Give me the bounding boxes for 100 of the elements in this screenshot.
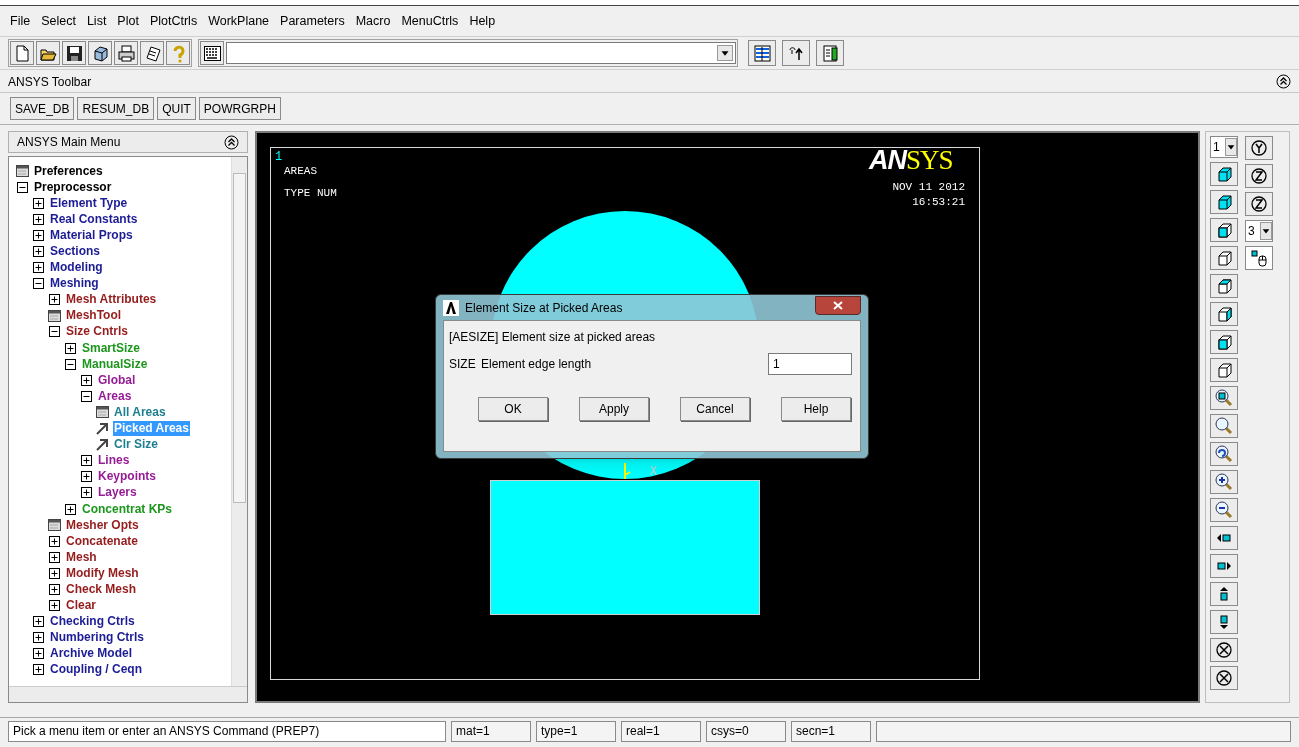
zoom-out-button[interactable]	[1210, 498, 1238, 522]
tree-item[interactable]: Element Type	[49, 195, 129, 211]
collapse-icon[interactable]	[48, 326, 60, 338]
pan-up-button[interactable]	[1210, 582, 1238, 606]
menu-item[interactable]: Select	[41, 11, 76, 31]
scroll-thumb[interactable]	[233, 173, 246, 503]
tree-item[interactable]: Numbering Ctrls	[49, 630, 145, 646]
menu-item[interactable]: Plot	[117, 11, 139, 31]
menu-item[interactable]: Help	[469, 11, 496, 31]
oblique-view-button[interactable]	[1210, 190, 1238, 214]
vertical-scrollbar[interactable]	[231, 157, 247, 686]
tree-item[interactable]: Checking Ctrls	[49, 614, 136, 630]
raise-window-button[interactable]	[782, 40, 810, 66]
collapse-icon[interactable]	[16, 181, 28, 193]
tree-item[interactable]: Concentrat KPs	[81, 501, 174, 517]
tree-item[interactable]: Coupling / Ceqn	[49, 662, 143, 678]
expand-icon[interactable]	[32, 632, 44, 644]
expand-icon[interactable]	[32, 262, 44, 274]
tree-item[interactable]: Preferences	[33, 163, 104, 179]
expand-icon[interactable]	[48, 535, 60, 547]
tree-item[interactable]: Modeling	[49, 260, 104, 276]
back-view-button[interactable]	[1210, 302, 1238, 326]
tree-item[interactable]: Global	[97, 372, 137, 388]
tree-item[interactable]: Size Cntrls	[65, 324, 129, 340]
isometric-view-button[interactable]	[1210, 162, 1238, 186]
rotate-x-button[interactable]	[1210, 638, 1238, 662]
menu-item[interactable]: Parameters	[280, 11, 345, 31]
tree-item[interactable]: Areas	[97, 388, 133, 404]
bottom-view-button[interactable]	[1210, 358, 1238, 382]
tree-item[interactable]: Preprocessor	[33, 179, 113, 195]
zoom-in-button[interactable]	[1210, 470, 1238, 494]
expand-icon[interactable]	[48, 551, 60, 563]
zoom-button[interactable]	[1210, 414, 1238, 438]
tree-item[interactable]: All Areas	[113, 404, 167, 420]
expand-icon[interactable]	[32, 616, 44, 628]
tree-item[interactable]: Sections	[49, 244, 101, 259]
horizontal-scrollbar[interactable]	[9, 686, 247, 702]
tree-item[interactable]: MeshTool	[65, 308, 123, 324]
expand-icon[interactable]	[64, 342, 76, 354]
expand-icon[interactable]	[32, 246, 44, 257]
tree-item[interactable]: Check Mesh	[65, 582, 138, 597]
tree-item[interactable]: Material Props	[49, 227, 134, 243]
expand-icon[interactable]	[32, 197, 44, 209]
layers-button[interactable]	[748, 40, 776, 66]
toolbar-button[interactable]: QUIT	[157, 97, 196, 120]
pan-left-button[interactable]	[1210, 526, 1238, 550]
tree-item[interactable]: Mesh	[65, 549, 98, 565]
printer-button[interactable]	[114, 41, 138, 65]
dialog-button[interactable]: Cancel	[680, 397, 750, 421]
expand-icon[interactable]	[80, 455, 92, 467]
tree-item[interactable]: SmartSize	[81, 340, 142, 356]
collapse-icon[interactable]	[1276, 74, 1291, 89]
collapse-icon[interactable]	[64, 358, 76, 370]
menu-item[interactable]: WorkPlane	[208, 11, 270, 31]
toolbar-button[interactable]: SAVE_DB	[10, 97, 75, 120]
notepad-button[interactable]	[140, 41, 164, 65]
tree-item[interactable]: Lines	[97, 453, 131, 469]
size-input[interactable]: 1	[768, 353, 852, 375]
front-view-button[interactable]	[1210, 218, 1238, 242]
cube-button[interactable]	[88, 41, 112, 65]
tree-item[interactable]: Mesh Attributes	[65, 292, 158, 308]
expand-icon[interactable]	[32, 648, 44, 660]
tree-item[interactable]: Layers	[97, 485, 138, 501]
expand-icon[interactable]	[32, 213, 44, 225]
dynamic-mode-button[interactable]	[1245, 246, 1273, 270]
expand-icon[interactable]	[32, 664, 44, 676]
window-toggle-button[interactable]	[816, 40, 844, 66]
tree-item[interactable]: Meshing	[49, 276, 100, 292]
pan-down-button[interactable]	[1210, 610, 1238, 634]
command-field[interactable]	[226, 42, 736, 64]
tree-item[interactable]: ManualSize	[81, 356, 149, 372]
close-button[interactable]	[815, 296, 861, 315]
dropdown[interactable]: 3	[1245, 220, 1273, 242]
top-view-button[interactable]	[1210, 274, 1238, 298]
expand-icon[interactable]	[80, 471, 92, 483]
menu-item[interactable]: PlotCtrls	[149, 11, 198, 31]
collapse-icon[interactable]	[224, 134, 239, 150]
tree-item[interactable]: Real Constants	[49, 211, 139, 227]
left-view-button[interactable]	[1210, 330, 1238, 354]
dialog-button[interactable]: Apply	[579, 397, 649, 421]
expand-icon[interactable]	[80, 487, 92, 499]
menu-item[interactable]: List	[86, 11, 107, 31]
rotate-z-button[interactable]	[1245, 192, 1273, 216]
right-view-button[interactable]	[1210, 246, 1238, 270]
fit-view-button[interactable]	[1210, 386, 1238, 410]
collapse-icon[interactable]	[80, 390, 92, 402]
expand-icon[interactable]	[48, 584, 60, 595]
dropdown[interactable]: 1	[1210, 136, 1238, 158]
expand-icon[interactable]	[48, 294, 60, 306]
expand-icon[interactable]	[80, 374, 92, 386]
new-file-button[interactable]	[10, 41, 34, 65]
menu-item[interactable]: Macro	[355, 11, 391, 31]
expand-icon[interactable]	[48, 600, 60, 612]
tree-item[interactable]: Modify Mesh	[65, 565, 140, 581]
rotate-z-button[interactable]	[1245, 164, 1273, 188]
toolbar-button[interactable]: RESUM_DB	[77, 97, 155, 120]
toolbar-button[interactable]: POWRGRPH	[198, 97, 281, 120]
tree-item[interactable]: Keypoints	[97, 469, 157, 485]
open-folder-button[interactable]	[36, 41, 60, 65]
dialog-button[interactable]: Help	[781, 397, 851, 421]
